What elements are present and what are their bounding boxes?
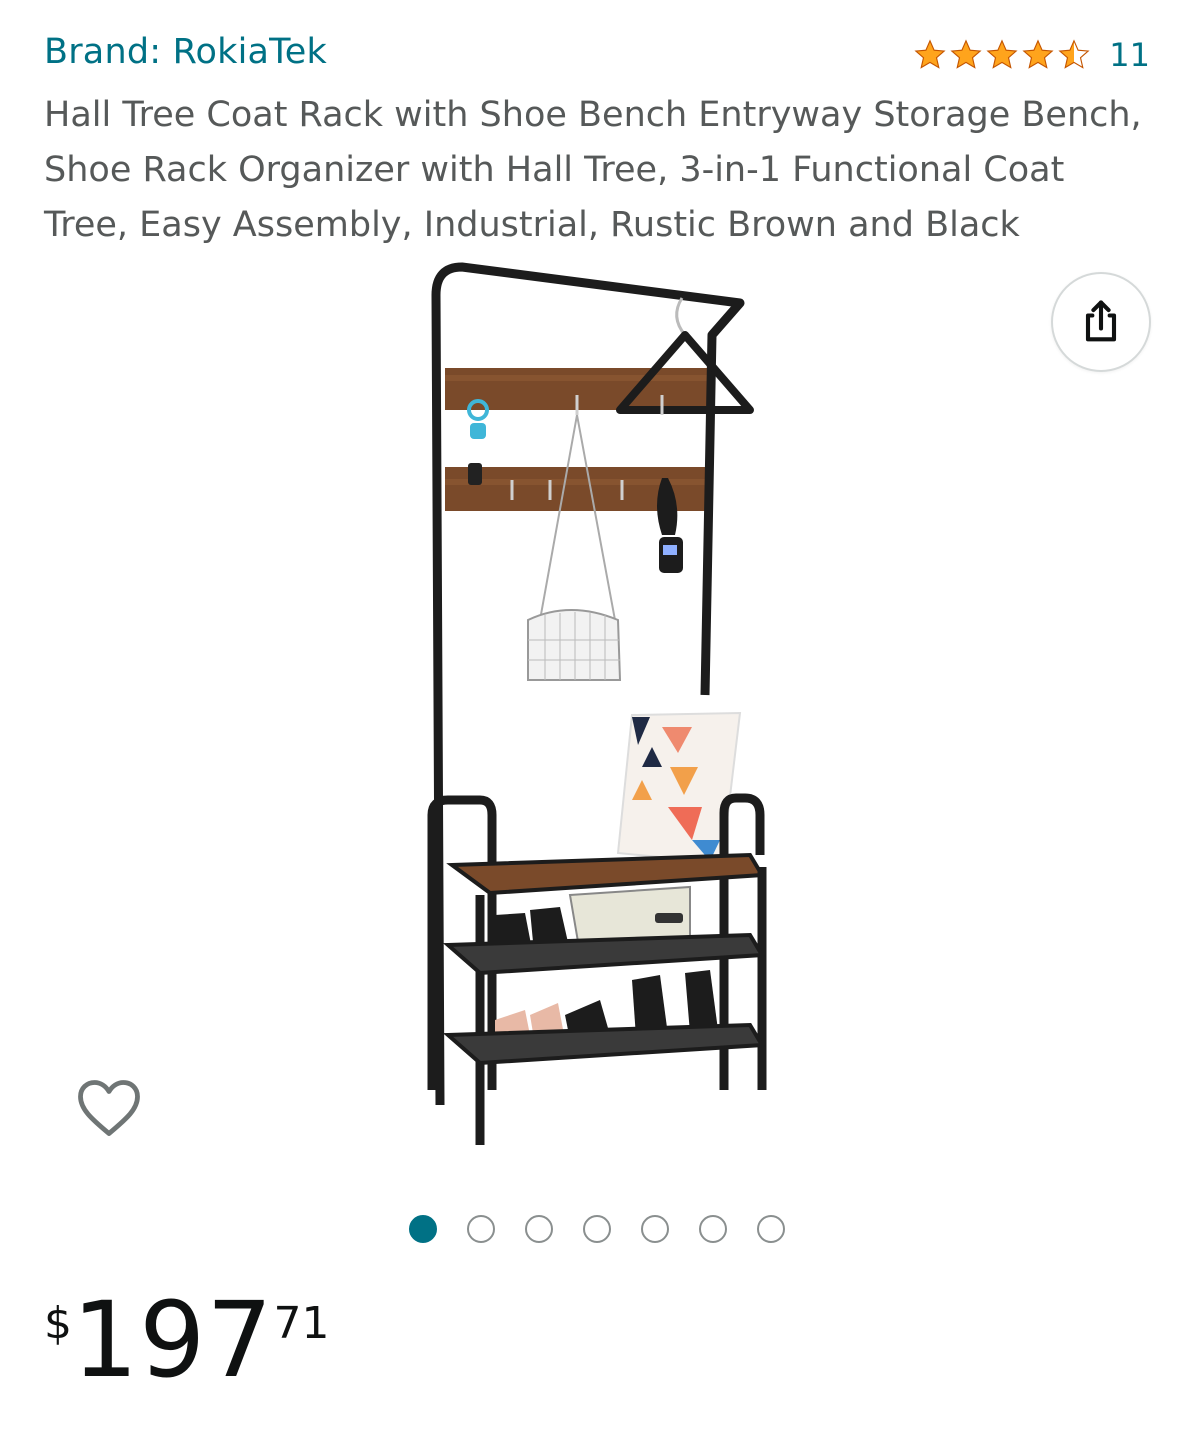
price-fraction: 71 <box>273 1298 330 1349</box>
rating-summary[interactable]: 11 <box>913 36 1150 74</box>
carousel-dot-4[interactable] <box>583 1215 611 1243</box>
star-half-icon <box>1057 38 1091 72</box>
star-full-icon <box>949 38 983 72</box>
star-rating <box>913 38 1091 72</box>
star-full-icon <box>1021 38 1055 72</box>
price: $ 197 71 <box>44 1288 330 1392</box>
wishlist-button[interactable] <box>72 1072 146 1144</box>
product-title: Hall Tree Coat Rack with Shoe Bench Entr… <box>44 95 1142 245</box>
carousel-dot-3[interactable] <box>525 1215 553 1243</box>
heart-outline-icon <box>78 1080 140 1136</box>
brand-link[interactable]: Brand: RokiaTek <box>44 32 327 72</box>
product-image[interactable] <box>400 255 800 1160</box>
share-button[interactable] <box>1051 272 1151 372</box>
carousel-dot-2[interactable] <box>467 1215 495 1243</box>
price-whole: 197 <box>72 1279 274 1401</box>
carousel-dot-6[interactable] <box>699 1215 727 1243</box>
star-full-icon <box>913 38 947 72</box>
carousel-dot-1[interactable] <box>409 1215 437 1243</box>
hall-tree-illustration <box>427 262 767 1145</box>
carousel-dot-5[interactable] <box>641 1215 669 1243</box>
price-symbol: $ <box>44 1298 72 1349</box>
image-carousel-pagination <box>409 1215 785 1243</box>
star-full-icon <box>985 38 1019 72</box>
carousel-dot-7[interactable] <box>757 1215 785 1243</box>
rating-count[interactable]: 11 <box>1109 36 1150 74</box>
share-icon <box>1085 300 1117 342</box>
